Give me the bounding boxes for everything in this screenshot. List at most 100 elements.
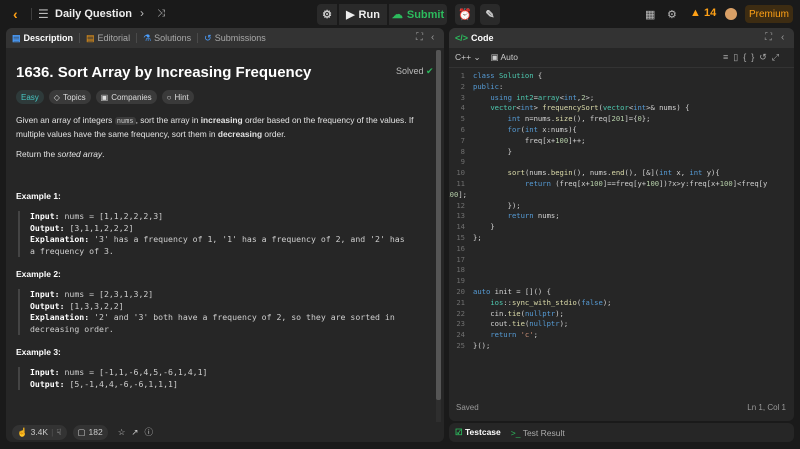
- code-line: 8 }: [460, 146, 512, 156]
- lock-icon: ▣: [490, 52, 499, 62]
- tab-label: Submissions: [214, 33, 266, 43]
- run-button[interactable]: ▶ Run: [339, 4, 387, 25]
- streak-counter[interactable]: ▲ 14: [690, 7, 716, 19]
- input-label: Input:: [30, 289, 60, 299]
- code-line: 20 auto init = []() {: [456, 286, 551, 296]
- description-icon: ▤: [12, 32, 21, 43]
- next-problem-icon[interactable]: ›: [140, 6, 144, 20]
- example-title: Example 2:: [16, 269, 61, 279]
- fire-icon: ▲: [690, 7, 701, 19]
- collapse-icon[interactable]: ‹: [781, 32, 784, 43]
- text: , sort the array in: [135, 115, 201, 125]
- example-box: Input: nums = [-1,1,-6,4,5,-6,1,4,1] Out…: [18, 367, 413, 390]
- bookmark-icon[interactable]: ▯: [733, 52, 743, 62]
- description-panel: ▤ Description ▤ Editorial ⚗ Solutions ↺ Subm…: [6, 28, 444, 442]
- tab-submissions[interactable]: ↺ Submissions: [198, 33, 272, 44]
- cloud-upload-icon: ☁: [391, 9, 403, 21]
- tab-description[interactable]: ▤ Description: [6, 33, 79, 44]
- fullscreen-icon[interactable]: ⤢: [772, 52, 784, 62]
- reset-icon[interactable]: ↺: [759, 52, 772, 62]
- example-title: Example 1:: [16, 191, 61, 201]
- bold-text: decreasing: [217, 129, 263, 139]
- code-line: 25}();: [456, 340, 491, 350]
- mode-label: Auto: [500, 52, 519, 62]
- format-icon[interactable]: ≡: [723, 52, 733, 62]
- tag-label: Topics: [62, 92, 86, 102]
- top-bar: ‹ ☰ Daily Question ‹ › ⤨ ⚙ ▶ Run ☁ Submit …: [0, 0, 800, 28]
- language-label: C++: [455, 52, 472, 62]
- tab-label: Solutions: [154, 33, 192, 43]
- tab-editorial[interactable]: ▤ Editorial: [80, 33, 136, 44]
- code-line: 23 cout.tie(nullptr);: [456, 319, 569, 329]
- tab-label: Test Result: [522, 427, 565, 438]
- code-line: 15};: [456, 232, 482, 242]
- tags-row: Easy ◇ Topics ▣ Companies ○ Hint: [16, 90, 194, 104]
- code-line: 9: [460, 157, 465, 167]
- code-line: 2 public:: [460, 81, 504, 91]
- premium-button[interactable]: Premium: [745, 5, 793, 23]
- solved-label: Solved: [396, 66, 424, 76]
- flask-icon: ⚗: [143, 32, 152, 43]
- avatar[interactable]: [725, 8, 737, 20]
- star-icon[interactable]: ☆: [118, 427, 126, 438]
- topics-tag[interactable]: ◇ Topics: [48, 90, 91, 104]
- alarm-clock-icon[interactable]: ⏰: [455, 4, 475, 25]
- code-line: 22 cin.tie(nullptr);: [456, 308, 564, 318]
- shuffle-icon[interactable]: ⤨: [157, 8, 165, 19]
- tab-code[interactable]: </> Code: [449, 33, 500, 43]
- scrollbar[interactable]: [436, 50, 441, 422]
- debug-icon[interactable]: ⚙: [317, 4, 337, 25]
- submit-button[interactable]: ☁ Submit: [389, 4, 447, 25]
- output-label: Output:: [30, 222, 65, 233]
- like-button[interactable]: ☝ 3.4K | ☟: [12, 424, 67, 440]
- code-line: +100];: [449, 189, 467, 199]
- tab-testcase[interactable]: ☑ Testcase: [455, 427, 501, 438]
- maximize-icon[interactable]: ⛶: [765, 32, 772, 43]
- lightbulb-icon: ○: [166, 92, 172, 102]
- prev-problem-icon[interactable]: ‹: [119, 6, 123, 20]
- text: Return the: [16, 149, 58, 159]
- cursor-position: Ln 1, Col 1: [747, 403, 786, 412]
- output-label: Output:: [30, 378, 65, 389]
- problem-title[interactable]: 1636. Sort Array by Increasing Frequency: [16, 64, 311, 81]
- maximize-icon[interactable]: ⛶: [416, 32, 423, 43]
- problem-list-icon[interactable]: ☰: [38, 7, 49, 21]
- help-icon[interactable]: ⓘ: [144, 426, 153, 438]
- braces-icon[interactable]: {}: [743, 52, 759, 62]
- inline-code: nums: [114, 117, 136, 125]
- code-line: 14 }: [456, 222, 495, 232]
- comments-count: 182: [88, 427, 103, 437]
- difficulty-badge: Easy: [16, 90, 44, 104]
- code-editor[interactable]: 1 class Solution { 2 public: 3 using int2=…: [449, 71, 787, 352]
- language-select[interactable]: C++ ⌄: [455, 52, 481, 63]
- comment-icon: ▢: [77, 426, 86, 437]
- leetcode-logo-icon[interactable]: ‹: [13, 6, 27, 22]
- layout-icon[interactable]: ▦: [645, 8, 655, 21]
- settings-gear-icon[interactable]: ⚙: [667, 8, 677, 21]
- output-value: [1,3,3,2,2]: [64, 300, 124, 311]
- auto-mode[interactable]: ▣ Auto: [491, 52, 518, 63]
- code-line: 10 sort(nums.begin(), nums.end(), [&](in…: [456, 168, 720, 178]
- comments-button[interactable]: ▢ 182: [72, 424, 108, 440]
- collapse-icon[interactable]: ‹: [431, 32, 434, 43]
- share-icon[interactable]: ↗: [131, 427, 138, 438]
- play-icon: ▶: [346, 9, 355, 21]
- notes-icon[interactable]: ✎: [480, 4, 500, 25]
- tab-solutions[interactable]: ⚗ Solutions: [137, 33, 197, 44]
- likes-count: 3.4K: [30, 427, 49, 437]
- text: Given an array of integers: [16, 115, 115, 125]
- lock-icon: ▣: [100, 92, 109, 102]
- divider: |: [51, 427, 54, 437]
- book-icon: ▤: [86, 32, 95, 43]
- hint-tag[interactable]: ○ Hint: [161, 90, 194, 104]
- bottom-tab-bar: ☑ Testcase >_ Test Result: [449, 423, 565, 442]
- thumbs-down-icon[interactable]: ☟: [56, 427, 61, 438]
- streak-count: 14: [703, 7, 717, 19]
- explanation-label: Explanation:: [30, 312, 90, 322]
- code-line: 17: [456, 254, 465, 264]
- companies-tag[interactable]: ▣ Companies: [95, 90, 157, 104]
- input-value: nums = [2,3,1,3,2]: [59, 289, 154, 299]
- tab-test-result[interactable]: >_ Test Result: [511, 428, 565, 438]
- code-line: 6 for(int x:nums){: [460, 124, 577, 134]
- scrollbar-thumb[interactable]: [436, 50, 441, 400]
